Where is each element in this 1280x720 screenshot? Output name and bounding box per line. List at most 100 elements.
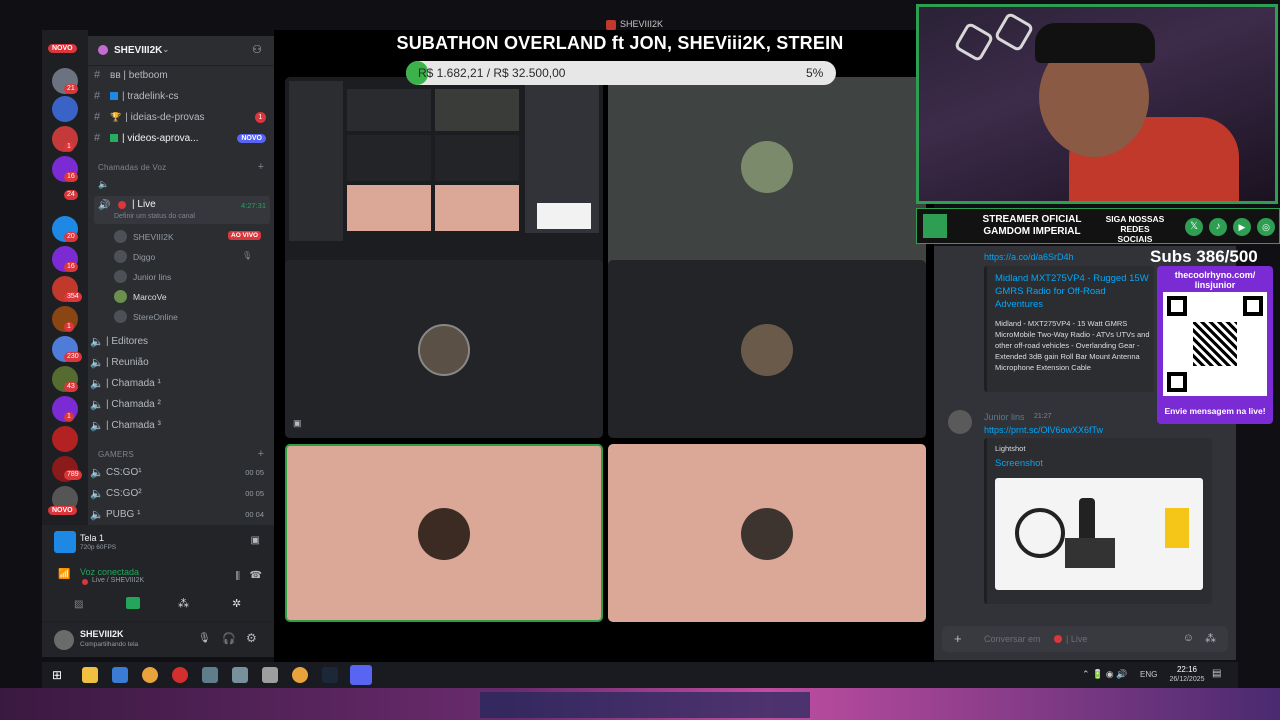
channel-label: | Reunião bbox=[106, 356, 149, 368]
channel-betboom[interactable]: # ʙʙ | betboom bbox=[88, 65, 274, 85]
channel-ideias[interactable]: # 🏆 | ideias-de-provas 1 bbox=[88, 107, 274, 127]
voice-user[interactable]: MarcoVe bbox=[114, 290, 167, 303]
cable-coil bbox=[1015, 508, 1065, 558]
signal-icon[interactable]: 📶 bbox=[58, 569, 70, 580]
add-member-icon[interactable]: ⚇ bbox=[252, 43, 262, 56]
voice-user[interactable]: Junior lins bbox=[114, 270, 171, 283]
server-badge: 24 bbox=[64, 190, 78, 200]
channel-videos[interactable]: # | videos-aprova... NOVO bbox=[88, 128, 274, 148]
channel-tradelink[interactable]: # | tradelink-cs bbox=[88, 86, 274, 106]
soundboard-icon[interactable]: ✲ bbox=[232, 597, 241, 610]
voice-user[interactable]: StereOnline bbox=[114, 310, 178, 323]
live-channel[interactable]: 🔊 | Live 4:27:31 Definir um status do ca… bbox=[94, 196, 270, 224]
embed-title[interactable]: Screenshot bbox=[995, 458, 1043, 469]
participant-tile[interactable]: ▣ bbox=[285, 260, 603, 438]
message-author[interactable]: Junior lins bbox=[984, 412, 1025, 422]
start-icon[interactable]: ⊞ bbox=[52, 668, 62, 682]
camera-icon[interactable]: ▨ bbox=[74, 599, 83, 610]
hash-icon: # bbox=[93, 111, 101, 123]
message-link[interactable]: https://a.co/d/a6SrD4h bbox=[984, 252, 1074, 262]
channel-status[interactable]: Definir um status do canal bbox=[114, 213, 195, 220]
channel-label: CS:GO¹ bbox=[106, 466, 142, 478]
screen-share-tile[interactable] bbox=[285, 77, 603, 285]
speaker-icon: 🔈 bbox=[90, 377, 104, 390]
app-icon[interactable] bbox=[232, 667, 248, 683]
headphones-icon[interactable]: 🎧 bbox=[222, 632, 236, 645]
webcam-feed bbox=[916, 4, 1278, 204]
voice-channel-pubg[interactable]: 🔈 PUBG ¹ 00 04 bbox=[88, 504, 274, 524]
app-icon[interactable] bbox=[202, 667, 218, 683]
participant-tile[interactable] bbox=[608, 260, 926, 438]
settings-gear-icon[interactable]: ⚙ bbox=[246, 631, 257, 645]
app-icon[interactable] bbox=[262, 667, 278, 683]
shared-tile bbox=[347, 135, 431, 181]
user-limit: 05 bbox=[255, 488, 264, 498]
live-dot-icon bbox=[82, 579, 88, 585]
server-badge: 1 bbox=[64, 322, 74, 332]
qr-finder bbox=[1243, 296, 1263, 316]
voice-channel-csgo-1[interactable]: 🔈 CS:GO¹ 00 05 bbox=[88, 462, 274, 482]
explorer-icon[interactable] bbox=[82, 667, 98, 683]
chrome-icon[interactable] bbox=[142, 667, 158, 683]
voice-channel-path[interactable]: Live / SHEVIII2K bbox=[92, 577, 144, 584]
emoji-icon[interactable]: ☺ bbox=[1183, 632, 1194, 644]
share-screen-icon[interactable] bbox=[126, 597, 140, 609]
stop-share-icon[interactable]: ▣ bbox=[251, 535, 260, 546]
voice-channel-editores[interactable]: 🔈 | Editores bbox=[88, 331, 274, 351]
tray-icons[interactable]: ⌃ 🔋 ◉ 🔊 bbox=[1082, 669, 1127, 680]
steam-icon[interactable] bbox=[322, 667, 338, 683]
shared-tile bbox=[435, 89, 519, 131]
muted-icon: 🎙 bbox=[242, 251, 253, 260]
server-rail: NOVO 21 1 16 24 20 16 354 1 230 43 1 789… bbox=[42, 30, 88, 525]
opera-icon[interactable] bbox=[172, 667, 188, 683]
embed-title[interactable]: Midland MXT275VP4 - Rugged 15W GMRS Radi… bbox=[995, 272, 1153, 311]
voice-channel-csgo-2[interactable]: 🔈 CS:GO² 00 05 bbox=[88, 483, 274, 503]
participant-tile-speaking[interactable] bbox=[285, 444, 603, 622]
add-channel-icon[interactable]: + bbox=[258, 161, 264, 173]
stream-tab-name: SHEVIII2K bbox=[620, 19, 664, 29]
channel-label: | ideias-de-provas bbox=[125, 111, 205, 123]
voice-user[interactable]: SHEVIII2K bbox=[114, 230, 174, 243]
voice-channel-reuniao[interactable]: 🔈 | Reunião bbox=[88, 352, 274, 372]
add-channel-icon[interactable]: + bbox=[258, 448, 264, 460]
user-area: SHEVIII2K Compartilhando tela 🎙 🎧 ⚙ bbox=[42, 621, 274, 657]
avatar bbox=[114, 270, 127, 283]
message-input[interactable]: + Conversar em | Live ☺ ⁂ bbox=[942, 626, 1228, 652]
mic-icon[interactable]: 🎙 bbox=[198, 633, 211, 644]
social-text: SIGA NOSSAS REDES SOCIAIS bbox=[1105, 214, 1165, 244]
disconnect-icon[interactable]: ☎ bbox=[250, 570, 262, 581]
hash-icon: # bbox=[93, 132, 101, 144]
server-header[interactable]: SHEVIII2K ⌄ ⚇ bbox=[88, 36, 274, 66]
noise-icon[interactable]: ⫼ bbox=[235, 571, 240, 582]
avatar[interactable] bbox=[54, 630, 74, 650]
participant-tile[interactable] bbox=[608, 444, 926, 622]
server-badge: 789 bbox=[64, 470, 82, 480]
new-pill: NOVO bbox=[48, 44, 77, 53]
avatar[interactable] bbox=[948, 410, 972, 434]
participant-tile[interactable] bbox=[608, 77, 926, 285]
clock-time[interactable]: 22:16 bbox=[1172, 665, 1202, 674]
gamers-category[interactable]: GAMERS bbox=[98, 450, 134, 459]
apps-icon[interactable]: ⁂ bbox=[1205, 632, 1216, 645]
clock-date[interactable]: 26/12/2025 bbox=[1162, 676, 1212, 683]
qr-finder bbox=[1167, 372, 1187, 392]
voice-user[interactable]: Diggo bbox=[114, 250, 155, 263]
embed-image[interactable] bbox=[995, 478, 1203, 590]
shared-image bbox=[537, 203, 591, 229]
voice-channel-chamada-1[interactable]: 🔈 | Chamada ¹ bbox=[88, 373, 274, 393]
voice-channel-chamada-2[interactable]: 🔈 | Chamada ² bbox=[88, 394, 274, 414]
activities-icon[interactable]: ⁂ bbox=[178, 597, 189, 610]
server-icon[interactable] bbox=[52, 96, 78, 122]
message-link[interactable]: https://prnt.sc/OlV6owXX6fTw bbox=[984, 425, 1103, 435]
lightshot-embed: Lightshot Screenshot bbox=[984, 438, 1212, 604]
store-icon[interactable] bbox=[112, 667, 128, 683]
voice-channel-chamada-3[interactable]: 🔈 | Chamada ³ bbox=[88, 415, 274, 435]
server-icon[interactable] bbox=[52, 426, 78, 452]
discord-icon[interactable] bbox=[350, 665, 372, 685]
notification-icon[interactable]: ▤ bbox=[1212, 668, 1221, 679]
add-attachment-icon[interactable]: + bbox=[954, 631, 962, 646]
language[interactable]: ENG bbox=[1140, 670, 1157, 679]
voice-category[interactable]: Chamadas de Voz bbox=[98, 163, 166, 172]
user-name: Diggo bbox=[133, 251, 156, 262]
chrome-icon[interactable] bbox=[292, 667, 308, 683]
